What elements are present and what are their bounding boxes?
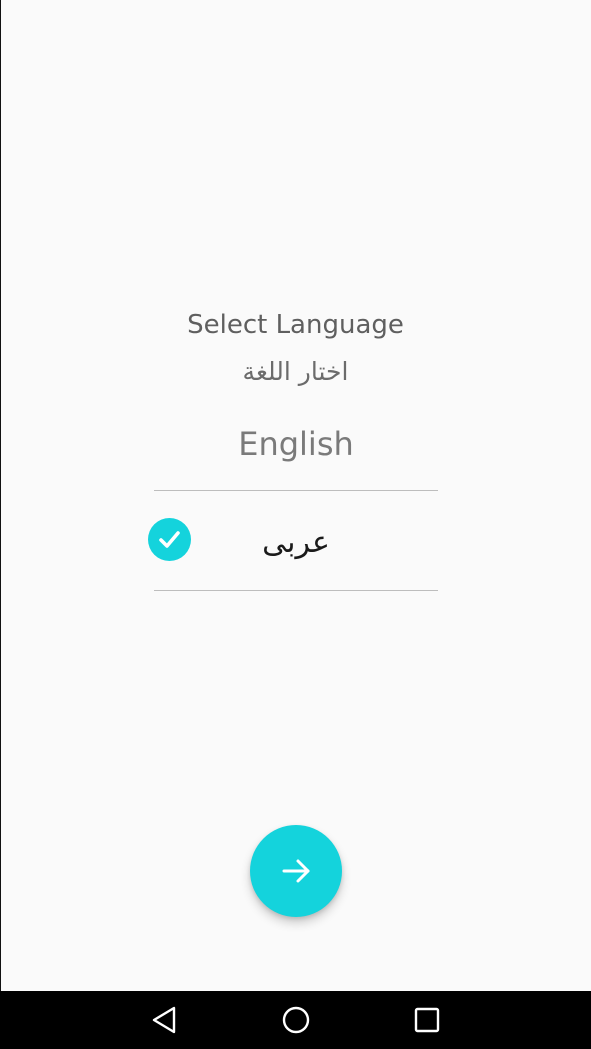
next-button[interactable] xyxy=(250,825,342,917)
system-navigation-bar xyxy=(0,991,591,1049)
nav-home-button[interactable] xyxy=(266,991,326,1049)
arrow-right-icon xyxy=(282,859,310,883)
divider xyxy=(154,590,438,591)
page-title-english: Select Language xyxy=(187,310,404,340)
language-option-label: عربى xyxy=(262,525,330,560)
back-triangle-icon xyxy=(152,1006,176,1034)
language-selection-screen: Select Language اختار اللغة English عربى xyxy=(0,0,591,991)
screen-left-edge xyxy=(0,0,1,991)
nav-recents-button[interactable] xyxy=(397,991,457,1049)
home-circle-icon xyxy=(282,1006,310,1034)
recents-square-icon xyxy=(414,1007,440,1033)
language-option-label: English xyxy=(238,425,354,463)
page-title-arabic: اختار اللغة xyxy=(242,357,349,386)
language-option-english[interactable]: English xyxy=(154,412,438,490)
nav-back-button[interactable] xyxy=(136,991,196,1049)
language-option-arabic[interactable]: عربى xyxy=(148,491,438,590)
